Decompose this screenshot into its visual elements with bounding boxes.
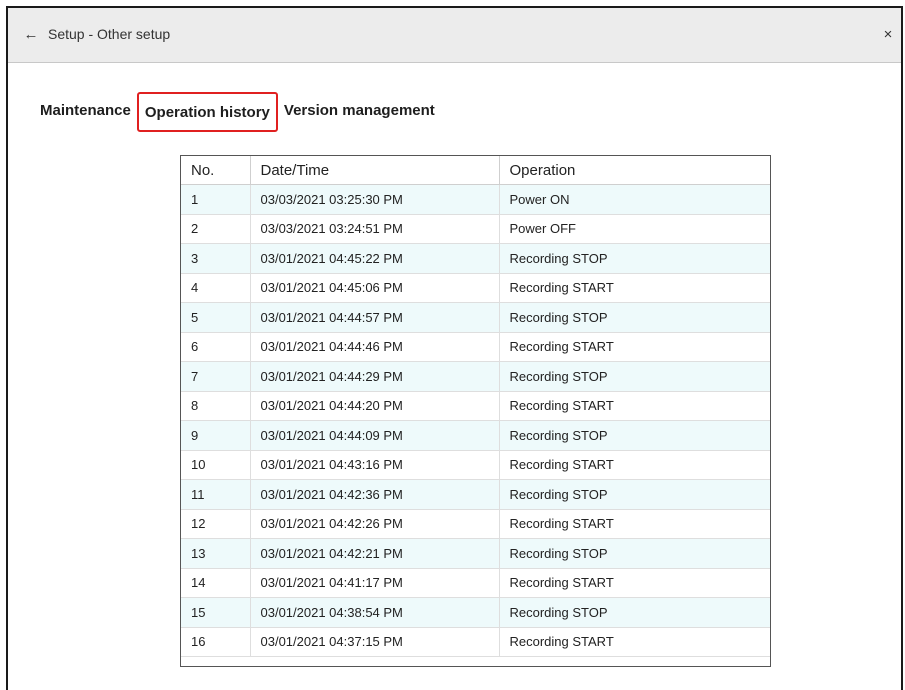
- table-row[interactable]: 15 03/01/2021 04:38:54 PM Recording STOP: [181, 597, 770, 628]
- close-icon[interactable]: ×: [879, 25, 897, 43]
- cell-operation: Power OFF: [499, 214, 770, 244]
- cell-operation: Power ON: [499, 184, 770, 215]
- cell-operation: Recording START: [499, 450, 770, 480]
- table-row[interactable]: 4 03/01/2021 04:45:06 PM Recording START: [181, 273, 770, 303]
- table-row[interactable]: 2 03/03/2021 03:24:51 PM Power OFF: [181, 214, 770, 244]
- table-row[interactable]: 5 03/01/2021 04:44:57 PM Recording STOP: [181, 302, 770, 333]
- tab-operation-history[interactable]: Operation history: [136, 92, 278, 132]
- cell-datetime: 03/01/2021 04:44:29 PM: [250, 361, 500, 392]
- cell-datetime: 03/01/2021 04:43:16 PM: [250, 450, 500, 480]
- table-body: 1 03/03/2021 03:25:30 PM Power ON 2 03/03/20…: [181, 184, 770, 657]
- cell-datetime: 03/01/2021 04:44:20 PM: [250, 391, 500, 421]
- table-row[interactable]: 11 03/01/2021 04:42:36 PM Recording STOP: [181, 479, 770, 510]
- table-row[interactable]: 6 03/01/2021 04:44:46 PM Recording START: [181, 332, 770, 362]
- cell-operation: Recording START: [499, 509, 770, 539]
- cell-operation: Recording START: [499, 273, 770, 303]
- cell-datetime: 03/01/2021 04:42:21 PM: [250, 538, 500, 569]
- table-row[interactable]: 10 03/01/2021 04:43:16 PM Recording START: [181, 450, 770, 480]
- cell-datetime: 03/01/2021 04:44:09 PM: [250, 420, 500, 451]
- cell-no: 9: [181, 420, 251, 451]
- cell-operation: Recording STOP: [499, 479, 770, 510]
- tab-version-management[interactable]: Version management: [278, 92, 441, 132]
- cell-no: 13: [181, 538, 251, 569]
- table-header-row: No. Date/Time Operation: [181, 156, 770, 185]
- cell-operation: Recording STOP: [499, 361, 770, 392]
- tab-bar: Maintenance Operation history Version ma…: [34, 92, 441, 132]
- table-row[interactable]: 13 03/01/2021 04:42:21 PM Recording STOP: [181, 538, 770, 569]
- table-row[interactable]: 16 03/01/2021 04:37:15 PM Recording START: [181, 627, 770, 657]
- cell-operation: Recording STOP: [499, 420, 770, 451]
- column-header-operation[interactable]: Operation: [499, 156, 770, 185]
- cell-no: 15: [181, 597, 251, 628]
- cell-no: 5: [181, 302, 251, 333]
- cell-operation: Recording START: [499, 391, 770, 421]
- cell-no: 1: [181, 184, 251, 215]
- setup-window: ← Setup - Other setup × Maintenance Oper…: [6, 6, 903, 690]
- cell-no: 7: [181, 361, 251, 392]
- cell-operation: Recording STOP: [499, 597, 770, 628]
- cell-datetime: 03/01/2021 04:44:46 PM: [250, 332, 500, 362]
- cell-datetime: 03/01/2021 04:37:15 PM: [250, 627, 500, 657]
- cell-datetime: 03/01/2021 04:45:22 PM: [250, 243, 500, 274]
- cell-operation: Recording STOP: [499, 538, 770, 569]
- table-row[interactable]: 9 03/01/2021 04:44:09 PM Recording STOP: [181, 420, 770, 451]
- cell-datetime: 03/01/2021 04:42:36 PM: [250, 479, 500, 510]
- cell-no: 4: [181, 273, 251, 303]
- cell-no: 11: [181, 479, 251, 510]
- table-row[interactable]: 8 03/01/2021 04:44:20 PM Recording START: [181, 391, 770, 421]
- table-row[interactable]: 12 03/01/2021 04:42:26 PM Recording START: [181, 509, 770, 539]
- cell-no: 10: [181, 450, 251, 480]
- title-bar: ← Setup - Other setup ×: [8, 8, 901, 63]
- cell-datetime: 03/01/2021 04:38:54 PM: [250, 597, 500, 628]
- cell-operation: Recording START: [499, 627, 770, 657]
- table-row[interactable]: 7 03/01/2021 04:44:29 PM Recording STOP: [181, 361, 770, 392]
- cell-datetime: 03/03/2021 03:25:30 PM: [250, 184, 500, 215]
- operation-history-table[interactable]: No. Date/Time Operation 1 03/03/2021 03:2…: [180, 155, 771, 667]
- column-header-no[interactable]: No.: [181, 156, 251, 185]
- cell-operation: Recording START: [499, 568, 770, 598]
- cell-no: 2: [181, 214, 251, 244]
- cell-operation: Recording STOP: [499, 243, 770, 274]
- table-row[interactable]: 1 03/03/2021 03:25:30 PM Power ON: [181, 184, 770, 215]
- back-arrow-icon[interactable]: ←: [22, 25, 40, 43]
- cell-no: 6: [181, 332, 251, 362]
- cell-no: 16: [181, 627, 251, 657]
- cell-no: 3: [181, 243, 251, 274]
- cell-datetime: 03/01/2021 04:41:17 PM: [250, 568, 500, 598]
- cell-no: 14: [181, 568, 251, 598]
- cell-operation: Recording STOP: [499, 302, 770, 333]
- column-header-datetime[interactable]: Date/Time: [250, 156, 500, 185]
- table-row[interactable]: 14 03/01/2021 04:41:17 PM Recording START: [181, 568, 770, 598]
- cell-datetime: 03/01/2021 04:42:26 PM: [250, 509, 500, 539]
- tab-maintenance[interactable]: Maintenance: [34, 92, 137, 132]
- cell-no: 12: [181, 509, 251, 539]
- window-title: Setup - Other setup: [48, 26, 171, 42]
- table-row[interactable]: 3 03/01/2021 04:45:22 PM Recording STOP: [181, 243, 770, 274]
- cell-datetime: 03/01/2021 04:45:06 PM: [250, 273, 500, 303]
- cell-datetime: 03/03/2021 03:24:51 PM: [250, 214, 500, 244]
- cell-datetime: 03/01/2021 04:44:57 PM: [250, 302, 500, 333]
- cell-no: 8: [181, 391, 251, 421]
- cell-operation: Recording START: [499, 332, 770, 362]
